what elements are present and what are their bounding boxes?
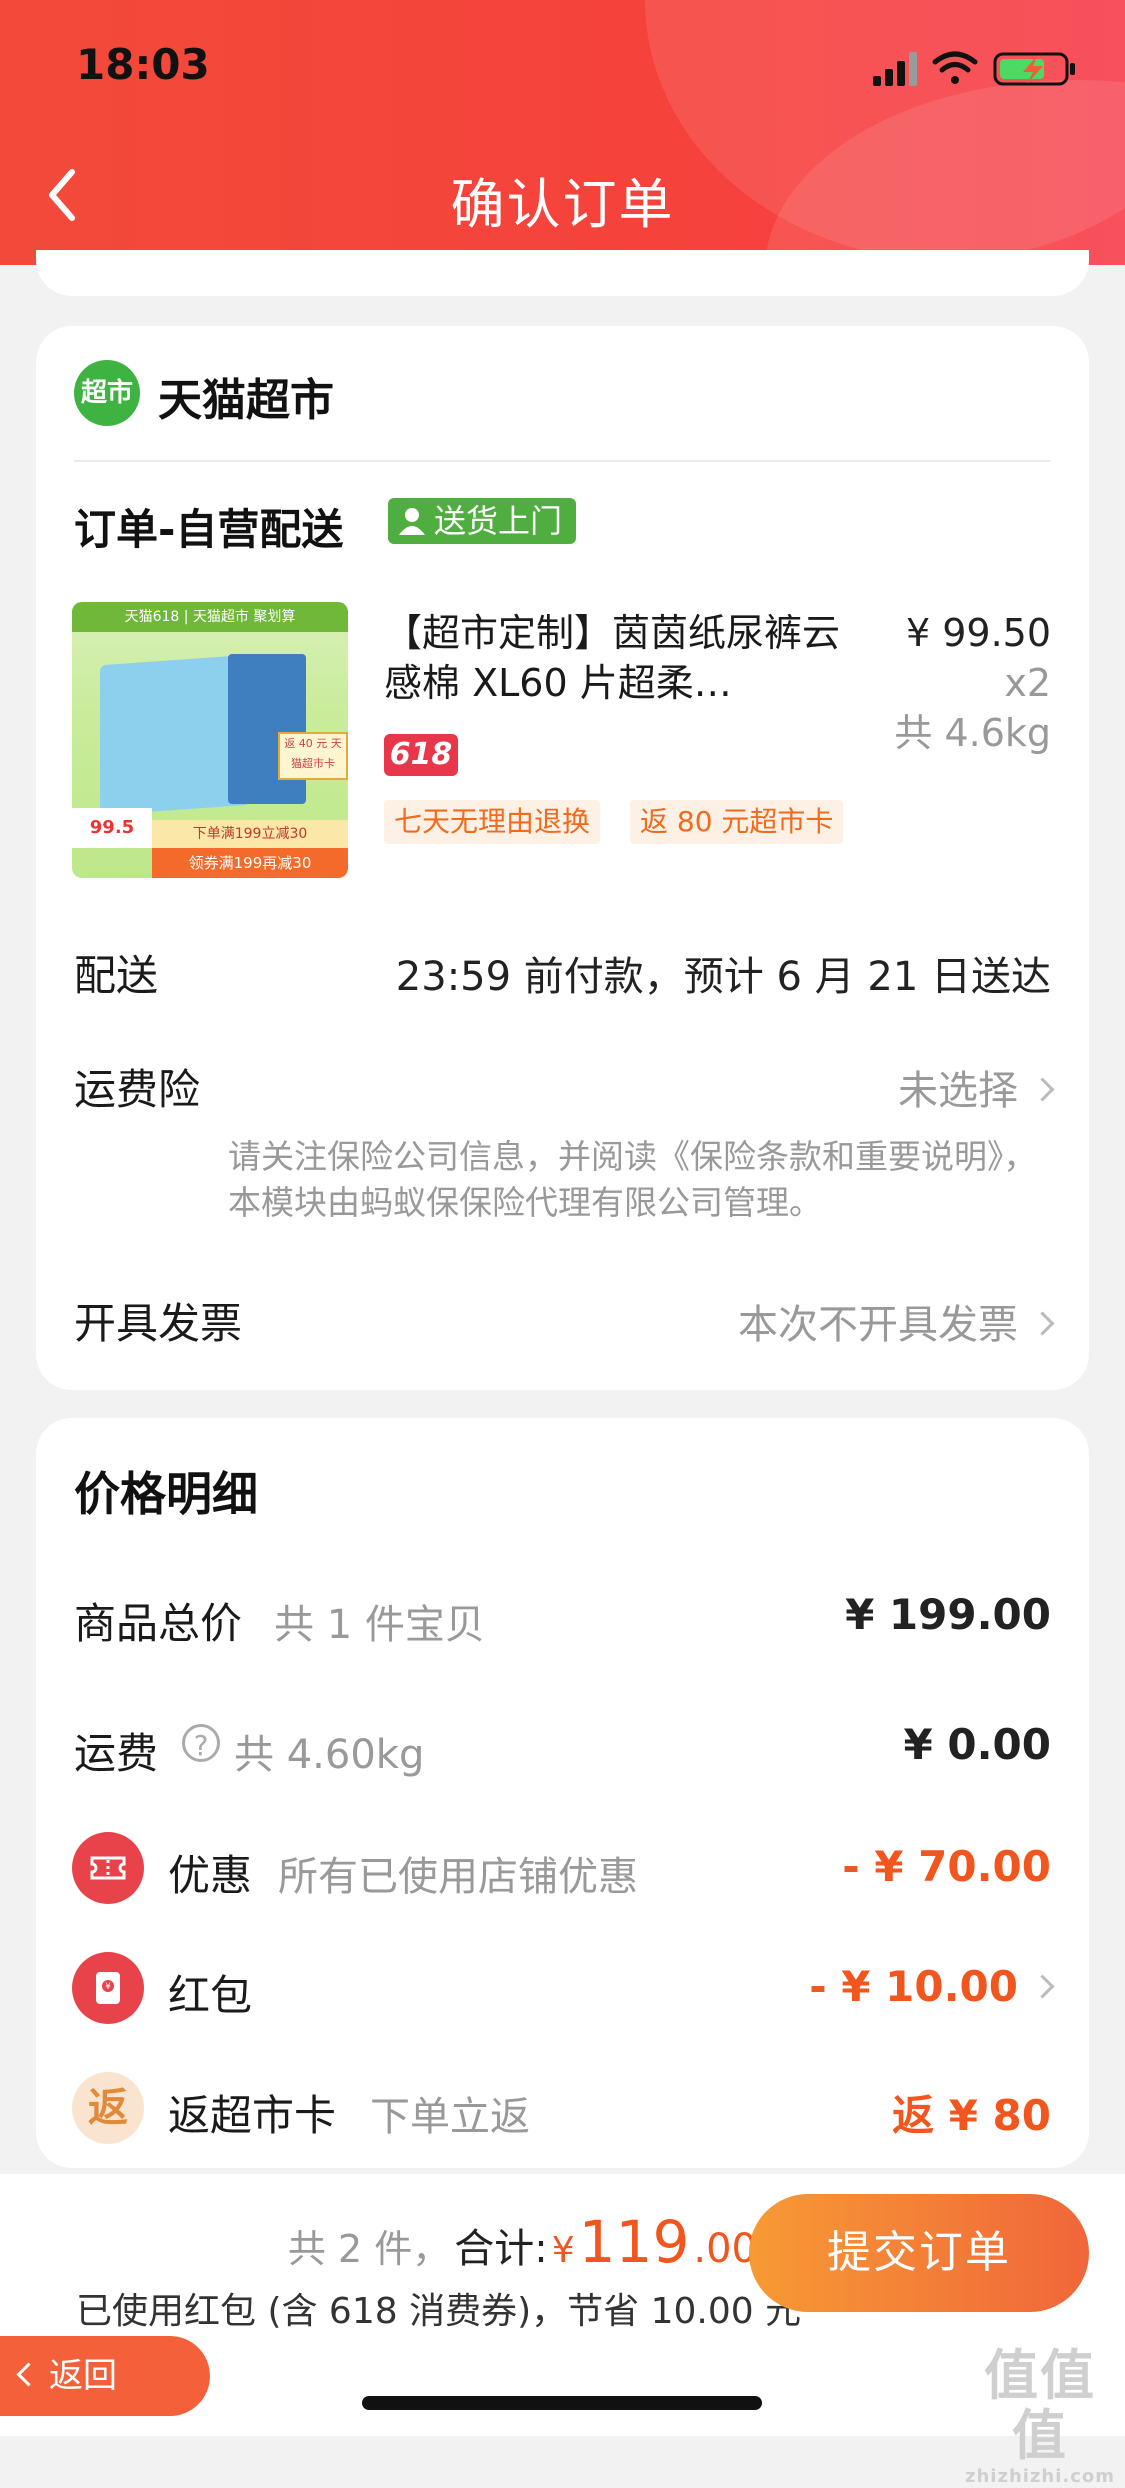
price-detail-card: 价格明细 商品总价 共 1 件宝贝 ¥ 199.00 运费 ? 共 4.60kg… xyxy=(36,1418,1089,2168)
product-image-price: 99.5 xyxy=(72,808,152,848)
insurance-label: 运费险 xyxy=(74,1065,201,1114)
discount-sub: 所有已使用店铺优惠 xyxy=(278,1854,638,1900)
invoice-label: 开具发票 xyxy=(74,1299,243,1348)
signal-icon xyxy=(873,52,917,86)
divider xyxy=(74,460,1051,462)
return-card-value: 返 ¥ 80 xyxy=(892,2091,1051,2140)
goods-total-value: ¥ 199.00 xyxy=(845,1590,1051,1639)
total-label: 合计: xyxy=(454,2226,548,2272)
redpacket-label: 红包 xyxy=(168,1971,253,2020)
product-quantity: x2 xyxy=(1004,661,1051,705)
person-icon xyxy=(399,508,425,535)
chevron-right-icon xyxy=(1030,1311,1055,1336)
insurance-note: 请关注保险公司信息，并阅读《保险条款和重要说明》，本模块由蚂蚁保保险代理有限公司… xyxy=(228,1137,1037,1222)
chevron-right-icon xyxy=(1030,1077,1055,1102)
insurance-select[interactable]: 未选择 xyxy=(898,1058,1055,1116)
service-tag-return: 七天无理由退换 xyxy=(384,800,601,844)
battery-icon xyxy=(993,52,1075,86)
delivery-badge: 送货上门 xyxy=(388,498,577,544)
product-title[interactable]: 【超市定制】茵茵纸尿裤云感棉 XL60 片超柔… xyxy=(384,608,844,708)
wifi-icon xyxy=(932,51,978,84)
delivery-badge-label: 送货上门 xyxy=(434,502,563,540)
return-button[interactable]: 返回 xyxy=(0,2336,210,2416)
watermark-sub: zhizhizhi.com xyxy=(965,2466,1116,2487)
previous-card xyxy=(36,250,1089,296)
redpacket-select[interactable]: - ¥ 10.00 xyxy=(809,1962,1055,2011)
chevron-left-icon xyxy=(16,2362,41,2387)
item-count: 共 2 件， xyxy=(287,2227,451,2271)
product-image[interactable]: 天猫618 | 天猫超市 聚划算 返 40 元 天猫超市卡 下单满199立减30… xyxy=(72,602,348,878)
return-card-sub: 下单立返 xyxy=(370,2094,530,2140)
product-image-coupon: 下单满199立减30 xyxy=(152,820,348,848)
goods-total-sub: 共 1 件宝贝 xyxy=(274,1602,485,1648)
delivery-label: 配送 xyxy=(74,951,159,1000)
total-decimal: .00 xyxy=(693,2226,757,2272)
discount-ticket-icon xyxy=(72,1832,144,1904)
submit-order-button[interactable]: 提交订单 xyxy=(749,2194,1089,2312)
redpacket-value: - ¥ 10.00 xyxy=(809,1962,1018,2011)
invoice-select[interactable]: 本次不开具发票 xyxy=(738,1292,1055,1350)
product-image-banner: 天猫618 | 天猫超市 聚划算 xyxy=(72,602,348,632)
discount-value: - ¥ 70.00 xyxy=(842,1842,1051,1891)
watermark: 值值值 zhizhizhi.com xyxy=(965,2346,1115,2488)
return-card-label: 返超市卡 xyxy=(168,2091,337,2140)
service-tag-card: 返 80 元超市卡 xyxy=(630,800,844,844)
product-price: ¥ 99.50 xyxy=(905,611,1051,655)
return-card-icon: 返 xyxy=(72,2072,144,2144)
chevron-right-icon xyxy=(1030,1974,1055,1999)
product-package-side xyxy=(228,654,306,804)
product-image-coupon-2: 领券满199再减30 xyxy=(152,848,348,878)
order-type: 订单-自营配送 xyxy=(74,505,344,554)
invoice-value: 本次不开具发票 xyxy=(738,1302,1018,1348)
delivery-value: 23:59 前付款，预计 6 月 21 日送达 xyxy=(395,954,1051,1000)
status-icons xyxy=(873,51,1075,86)
red-packet-icon: ¥ xyxy=(72,1952,144,2024)
shipping-weight: 共 4.60kg xyxy=(234,1732,425,1778)
svg-text:¥: ¥ xyxy=(105,1982,111,1992)
shop-logo: 超市 xyxy=(74,360,140,426)
shop-name[interactable]: 天猫超市 xyxy=(158,364,334,428)
home-indicator xyxy=(362,2396,762,2410)
product-price-column: ¥ 99.50 x2 共 4.6kg xyxy=(894,608,1051,758)
page-title: 确认订单 xyxy=(450,173,675,236)
discount-label: 优惠 xyxy=(168,1851,253,1900)
savings-note: 已使用红包 (含 618 消费券)，节省 10.00 元 xyxy=(76,2291,802,2332)
price-detail-title: 价格明细 xyxy=(74,1467,258,1521)
shipping-value: ¥ 0.00 xyxy=(903,1720,1051,1769)
help-icon[interactable]: ? xyxy=(182,1724,220,1762)
total-integer: 119 xyxy=(578,2208,690,2276)
total-currency: ¥ xyxy=(551,2230,575,2271)
goods-total-label: 商品总价 xyxy=(74,1599,243,1648)
watermark-main: 值值值 xyxy=(984,2344,1096,2467)
product-weight: 共 4.6kg xyxy=(894,711,1051,755)
insurance-value: 未选择 xyxy=(898,1068,1018,1114)
order-total: 共 2 件， 合计: ¥ 119 .00 xyxy=(288,2208,757,2276)
return-button-label: 返回 xyxy=(49,2356,117,2396)
promo-618-tag: 618 xyxy=(384,734,458,776)
status-time: 18:03 xyxy=(76,40,210,89)
shipping-label: 运费 xyxy=(74,1729,159,1778)
product-image-return-tag: 返 40 元 天猫超市卡 xyxy=(278,732,348,780)
order-card: 超市 天猫超市 订单-自营配送 送货上门 天猫618 | 天猫超市 聚划算 返 … xyxy=(36,326,1089,1390)
